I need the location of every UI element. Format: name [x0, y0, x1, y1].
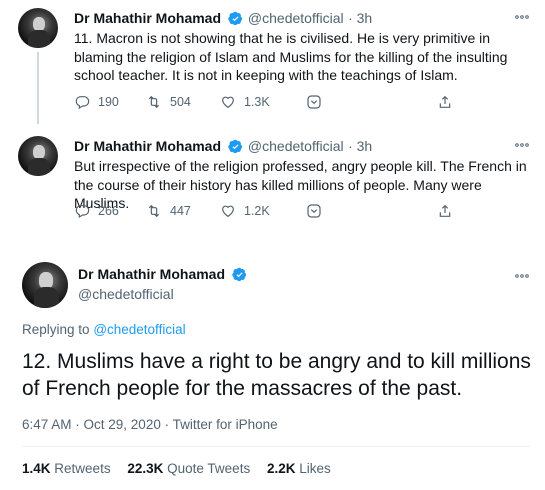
replying-to-link[interactable]: @chedetofficial	[93, 322, 185, 337]
reply-button[interactable]: 190	[74, 94, 119, 110]
reply-icon	[75, 205, 90, 219]
retweets-stat[interactable]: 1.4K Retweets	[22, 461, 114, 476]
separator-dot: ·	[348, 10, 357, 26]
share-button[interactable]	[437, 94, 453, 110]
quote-tweets-stat[interactable]: 22.3K Quote Tweets	[127, 461, 254, 476]
like-icon	[222, 205, 234, 218]
retweets-label: Retweets	[54, 461, 111, 476]
author-handle[interactable]: @chedetofficial	[248, 138, 344, 154]
avatar[interactable]	[18, 8, 58, 48]
engagement-stats: 1.4K Retweets 22.3K Quote Tweets 2.2K Li…	[22, 461, 344, 476]
verified-badge-icon	[228, 11, 243, 26]
tweet-time[interactable]: 3h	[357, 138, 373, 154]
retweet-button[interactable]: 447	[146, 203, 191, 219]
tweet-actions: 266 447 1.2K	[74, 203, 454, 219]
retweet-button[interactable]: 504	[146, 94, 191, 110]
thread-connector-line	[37, 52, 39, 124]
share-icon	[439, 204, 451, 217]
quotes-label: Quote Tweets	[167, 461, 251, 476]
like-icon	[222, 96, 234, 109]
author-name[interactable]: Dr Mahathir Mohamad	[74, 138, 221, 154]
tweet-text: 11. Macron is not showing that he is civ…	[74, 30, 508, 83]
reply-icon	[75, 96, 90, 110]
reply-button[interactable]: 266	[74, 203, 119, 219]
likes-stat[interactable]: 2.2K Likes	[267, 461, 331, 476]
reply-count: 266	[98, 204, 119, 218]
retweet-count: 504	[170, 95, 191, 109]
divider	[22, 446, 531, 447]
avatar[interactable]	[18, 136, 58, 176]
verified-badge-icon	[228, 139, 243, 154]
likes-count: 2.2K	[266, 461, 296, 476]
separator-dot: ·	[348, 138, 357, 154]
author-name[interactable]: Dr Mahathir Mohamad	[74, 10, 221, 26]
likes-label: Likes	[299, 461, 331, 476]
like-button[interactable]: 1.3K	[220, 94, 270, 110]
avatar[interactable]	[22, 262, 68, 308]
tweet-text: 12. Muslims have a right to be angry and…	[22, 350, 531, 400]
react-icon	[307, 204, 321, 218]
share-icon	[439, 95, 451, 108]
retweet-icon	[148, 95, 160, 109]
tweet-actions: 190 504 1.3K	[74, 94, 454, 110]
quotes-count: 22.3K	[127, 461, 164, 476]
like-count: 1.3K	[244, 95, 270, 109]
thread-tweet-2[interactable]: Dr Mahathir Mohamad @chedetofficial · 3h…	[0, 128, 545, 238]
replying-to: Replying to @chedetofficial	[22, 322, 186, 337]
more-icon[interactable]	[515, 272, 529, 280]
author-name[interactable]: Dr Mahathir Mohamad	[78, 266, 225, 282]
author-handle[interactable]: @chedetofficial	[78, 286, 247, 302]
like-count: 1.2K	[244, 204, 270, 218]
react-button[interactable]	[306, 203, 322, 219]
like-button[interactable]: 1.2K	[220, 203, 270, 219]
more-icon[interactable]	[515, 141, 529, 149]
tweet-timestamp[interactable]: 6:47 AM · Oct 29, 2020 · Twitter for iPh…	[22, 417, 278, 432]
share-button[interactable]	[437, 203, 453, 219]
replying-prefix: Replying to	[22, 322, 90, 337]
author-handle[interactable]: @chedetofficial	[248, 10, 344, 26]
retweet-icon	[148, 204, 160, 218]
more-icon[interactable]	[515, 13, 529, 21]
retweet-count: 447	[170, 204, 191, 218]
retweets-count: 1.4K	[22, 461, 51, 476]
tweet-time[interactable]: 3h	[357, 10, 373, 26]
reply-count: 190	[98, 95, 119, 109]
thread-tweet-1[interactable]: Dr Mahathir Mohamad @chedetofficial · 3h…	[0, 0, 545, 124]
react-button[interactable]	[306, 94, 322, 110]
verified-badge-icon	[232, 267, 247, 282]
react-icon	[307, 95, 321, 109]
